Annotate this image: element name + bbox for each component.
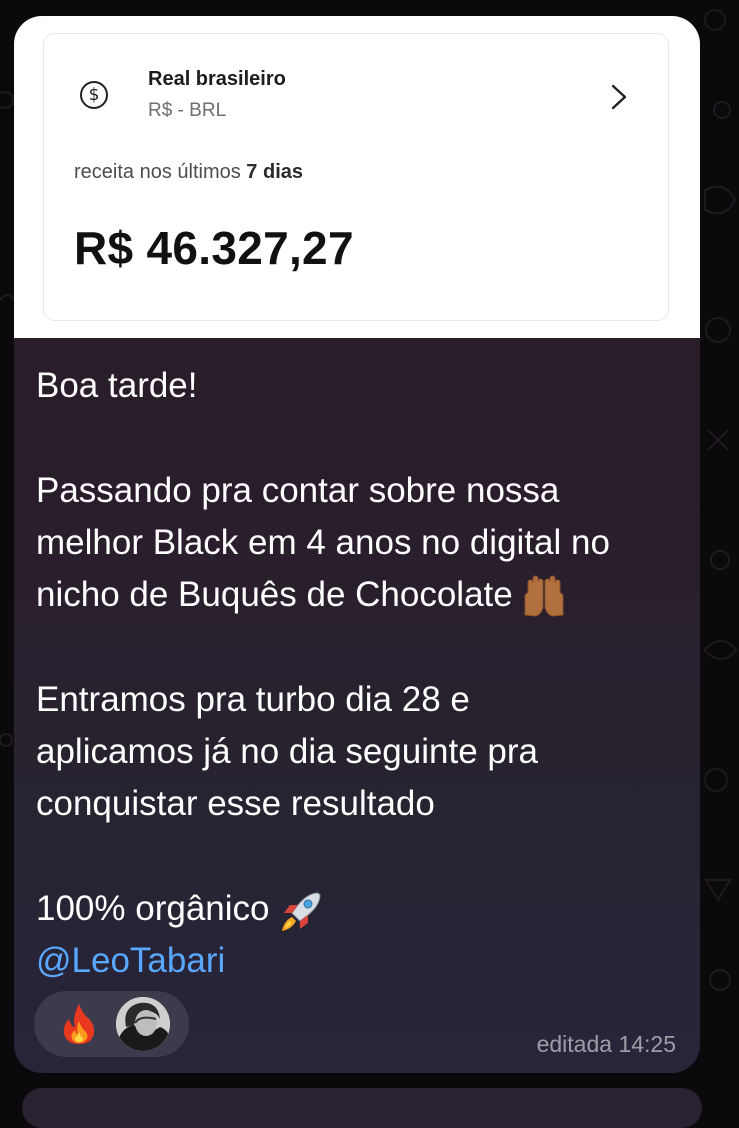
message-timestamp: editada 14:25 xyxy=(536,1031,676,1057)
currency-code: R$ - BRL xyxy=(148,100,227,121)
next-message-bubble[interactable] xyxy=(22,1088,702,1128)
chevron-right-icon[interactable] xyxy=(610,84,628,110)
message-line: conquistar esse resultado xyxy=(36,784,435,824)
message-line-with-emoji: nicho de Buquês de Chocolate xyxy=(36,569,686,621)
revenue-period-label: receita nos últimos 7 dias xyxy=(74,161,303,184)
message-line: Passando pra contar sobre nossa xyxy=(36,470,560,510)
fire-icon[interactable] xyxy=(62,1003,96,1045)
revenue-value: R$ 46.327,27 xyxy=(74,222,354,274)
message-line: Boa tarde! xyxy=(36,366,198,405)
reactions-pill[interactable] xyxy=(34,991,189,1057)
shared-screenshot[interactable]: $ Real brasileiro R$ - BRL receita nos ú… xyxy=(14,16,700,338)
message-line: aplicamos já no dia seguinte pra xyxy=(36,732,538,772)
message-line-text: 100% orgânico xyxy=(36,888,270,928)
user-mention-link[interactable]: @LeoTabari xyxy=(36,935,686,987)
revenue-label-days: 7 dias xyxy=(246,161,303,183)
message-bubble[interactable]: $ Real brasileiro R$ - BRL receita nos ú… xyxy=(14,16,700,1073)
message-line: melhor Black em 4 anos no digital no xyxy=(36,522,610,562)
rocket-icon xyxy=(281,892,321,931)
revenue-label-prefix: receita nos últimos xyxy=(74,161,247,183)
message-line-with-emoji: 100% orgânico xyxy=(36,883,686,935)
raising-hands-icon xyxy=(524,575,564,617)
message-text: Boa tarde! Passando pra contar sobre nos… xyxy=(36,360,686,988)
message-line: Entramos pra turbo dia 28 e xyxy=(36,679,470,719)
currency-name: Real brasileiro xyxy=(148,68,286,90)
message-line-text: nicho de Buquês de Chocolate xyxy=(36,575,513,615)
avatar[interactable] xyxy=(116,997,170,1051)
revenue-card: $ Real brasileiro R$ - BRL receita nos ú… xyxy=(43,33,669,321)
dollar-circle-icon: $ xyxy=(80,81,108,109)
